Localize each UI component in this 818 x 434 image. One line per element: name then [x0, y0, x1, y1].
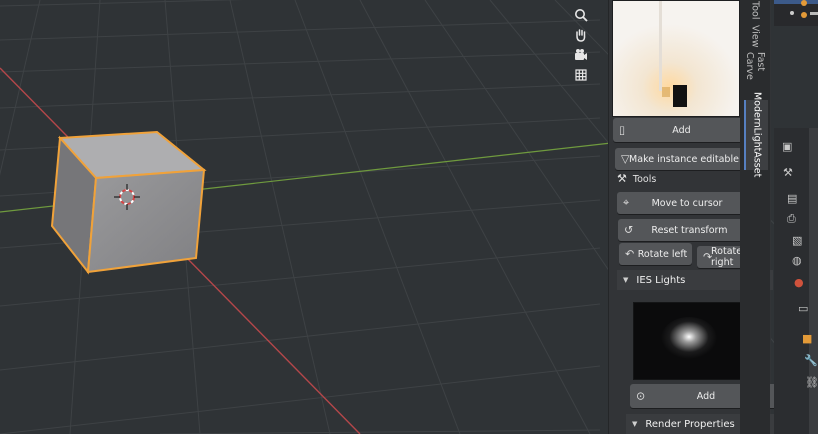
output-properties-icon[interactable]: ⎙ — [787, 212, 796, 226]
rotate-left-icon: ↶ — [625, 247, 635, 261]
view-layer-properties-icon[interactable]: ▧ — [792, 234, 802, 247]
grid-icon[interactable] — [570, 66, 592, 84]
zoom-icon[interactable] — [570, 6, 592, 24]
tab-modern-light-asset[interactable]: ModernLightAsset — [744, 92, 768, 178]
rotate-left-button[interactable]: ↶ Rotate left — [619, 243, 692, 265]
tab-fast-carve[interactable]: Fast Carve — [744, 52, 766, 96]
add-light-button[interactable]: ▯ Add — [613, 118, 750, 142]
ies-light-preview[interactable] — [633, 302, 745, 380]
tools-icon: ⚒ — [617, 172, 627, 185]
collection-properties-icon[interactable]: ▭ — [798, 302, 808, 315]
make-instance-editable-button[interactable]: ▽ Make instance editable — [615, 148, 753, 170]
object-properties-icon[interactable]: ■ — [802, 332, 812, 345]
light-asset-preview[interactable] — [612, 0, 740, 117]
tools-section-label: ⚒ Tools — [617, 172, 657, 185]
hand-pan-icon[interactable] — [570, 26, 592, 44]
tab-view[interactable]: View — [744, 22, 766, 50]
modifier-properties-icon[interactable]: 🔧 — [804, 354, 818, 367]
funnel-icon: ▽ — [621, 152, 630, 166]
sidebar-tabs: Tool View Fast Carve ModernLightAsset — [740, 0, 770, 434]
target-icon: ⌖ — [623, 196, 630, 209]
add-circle-icon: ⊙ — [636, 389, 646, 403]
tool-properties-icon[interactable]: ⚒ — [783, 166, 793, 179]
tab-tool[interactable]: Tool — [744, 0, 766, 20]
scene-properties-icon[interactable]: ◍ — [792, 254, 802, 267]
rotate-right-icon: ↷ — [703, 250, 713, 264]
outliner-fragment — [774, 0, 818, 26]
collapse-arrow-icon: ▼ — [632, 420, 638, 428]
file-icon: ▯ — [619, 123, 626, 137]
render-properties-icon[interactable]: ▤ — [787, 192, 797, 205]
reset-icon: ↺ — [624, 223, 634, 237]
collapse-arrow-icon: ▼ — [623, 276, 629, 284]
viewport-navigation — [570, 6, 596, 86]
editor-type-icon[interactable]: ▣ — [782, 140, 792, 153]
selected-cube[interactable] — [50, 130, 207, 275]
camera-icon[interactable] — [570, 46, 592, 64]
move-to-cursor-button[interactable]: ⌖ Move to cursor — [617, 192, 757, 214]
world-properties-icon[interactable]: ● — [794, 276, 804, 289]
constraint-properties-icon[interactable]: ⛓ — [805, 376, 818, 389]
